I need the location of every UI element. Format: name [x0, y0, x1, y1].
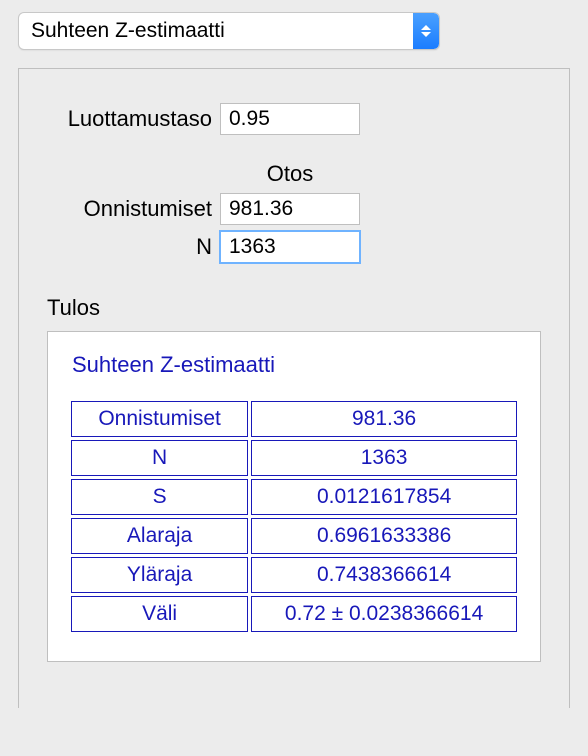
- result-title: Suhteen Z-estimaatti: [68, 352, 520, 378]
- main-panel: Luottamustaso Otos Onnistumiset N Tulos …: [18, 68, 570, 708]
- table-row: Väli0.72 ± 0.0238366614: [71, 596, 517, 632]
- method-dropdown-value: Suhteen Z-estimaatti: [19, 13, 413, 49]
- sample-column-header: Otos: [220, 161, 360, 187]
- method-dropdown[interactable]: Suhteen Z-estimaatti: [18, 12, 440, 50]
- confidence-label: Luottamustaso: [47, 106, 220, 132]
- result-box: Suhteen Z-estimaatti Onnistumiset981.36 …: [47, 331, 541, 662]
- successes-label: Onnistumiset: [47, 196, 220, 222]
- n-label: N: [47, 234, 220, 260]
- n-input[interactable]: [220, 231, 360, 263]
- successes-input[interactable]: [220, 193, 360, 225]
- result-table: Onnistumiset981.36 N1363 S0.0121617854 A…: [68, 398, 520, 635]
- chevron-up-down-icon: [413, 13, 439, 49]
- table-row: S0.0121617854: [71, 479, 517, 515]
- confidence-input[interactable]: [220, 103, 360, 135]
- table-row: Yläraja0.7438366614: [71, 557, 517, 593]
- table-row: Alaraja0.6961633386: [71, 518, 517, 554]
- result-section-label: Tulos: [47, 295, 541, 321]
- table-row: N1363: [71, 440, 517, 476]
- table-row: Onnistumiset981.36: [71, 401, 517, 437]
